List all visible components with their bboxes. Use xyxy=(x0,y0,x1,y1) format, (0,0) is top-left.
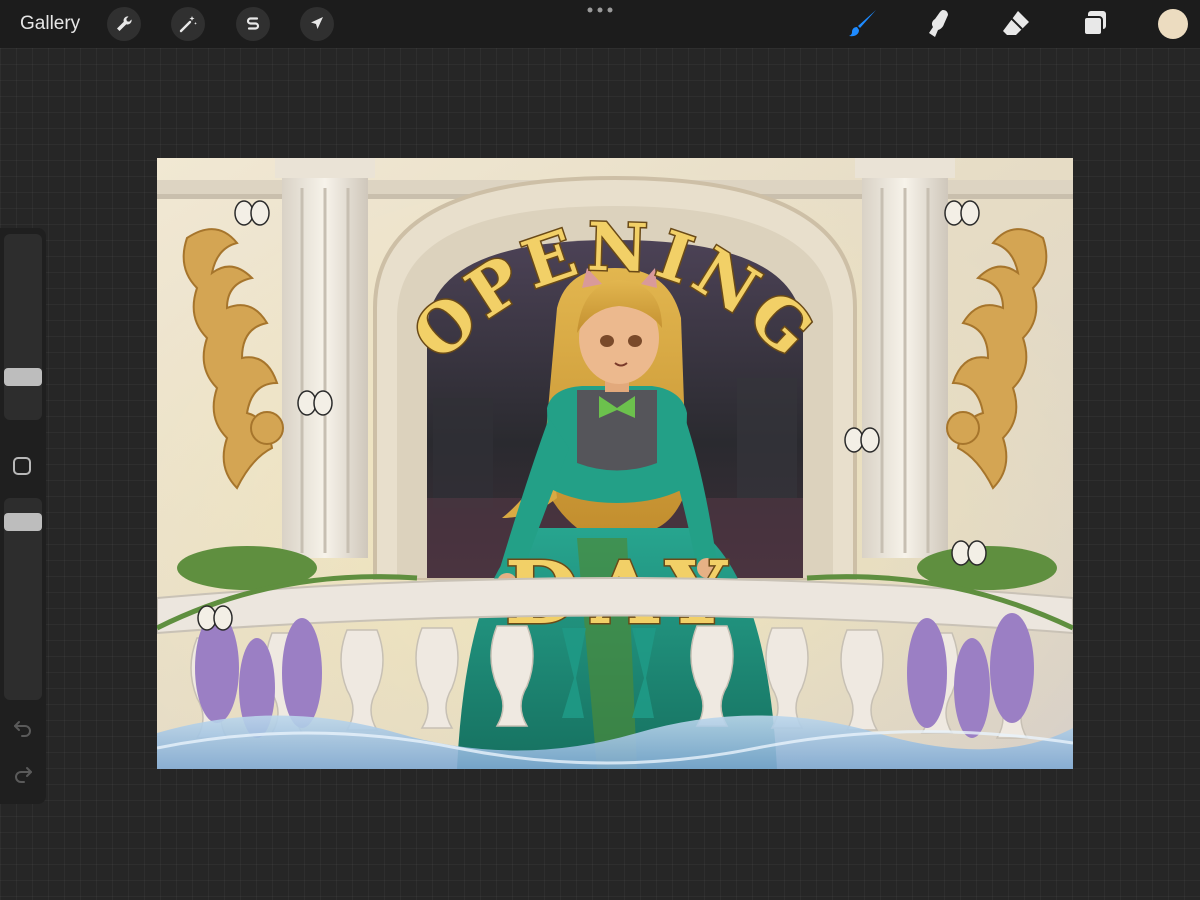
smudge-finger-icon[interactable] xyxy=(921,6,957,42)
magic-wand-icon xyxy=(179,16,197,33)
undo-icon[interactable] xyxy=(11,716,35,740)
opacity-handle[interactable] xyxy=(4,513,42,531)
drawing-canvas[interactable]: OPENING DAY xyxy=(157,158,1073,769)
top-toolbar: Gallery xyxy=(0,0,1200,48)
wrench-icon xyxy=(117,16,132,31)
modify-square-icon[interactable] xyxy=(13,457,31,475)
left-sidebar xyxy=(0,228,46,804)
eraser-icon[interactable] xyxy=(998,6,1034,42)
redo-icon[interactable] xyxy=(11,762,35,786)
adjustments-button[interactable] xyxy=(171,7,205,41)
color-picker-swatch[interactable] xyxy=(1158,9,1188,39)
selection-s-icon xyxy=(246,17,260,30)
actions-button[interactable] xyxy=(107,7,141,41)
brush-size-slider[interactable] xyxy=(4,234,42,420)
artwork-illustration: OPENING DAY xyxy=(157,158,1073,769)
brush-size-handle[interactable] xyxy=(4,368,42,386)
more-dots-icon[interactable] xyxy=(586,4,614,16)
gallery-button[interactable]: Gallery xyxy=(20,13,80,35)
transform-button[interactable] xyxy=(300,7,334,41)
selection-button[interactable] xyxy=(236,7,270,41)
brush-icon[interactable] xyxy=(845,6,881,42)
layers-icon[interactable] xyxy=(1077,6,1113,42)
arrow-cursor-icon xyxy=(311,17,323,29)
